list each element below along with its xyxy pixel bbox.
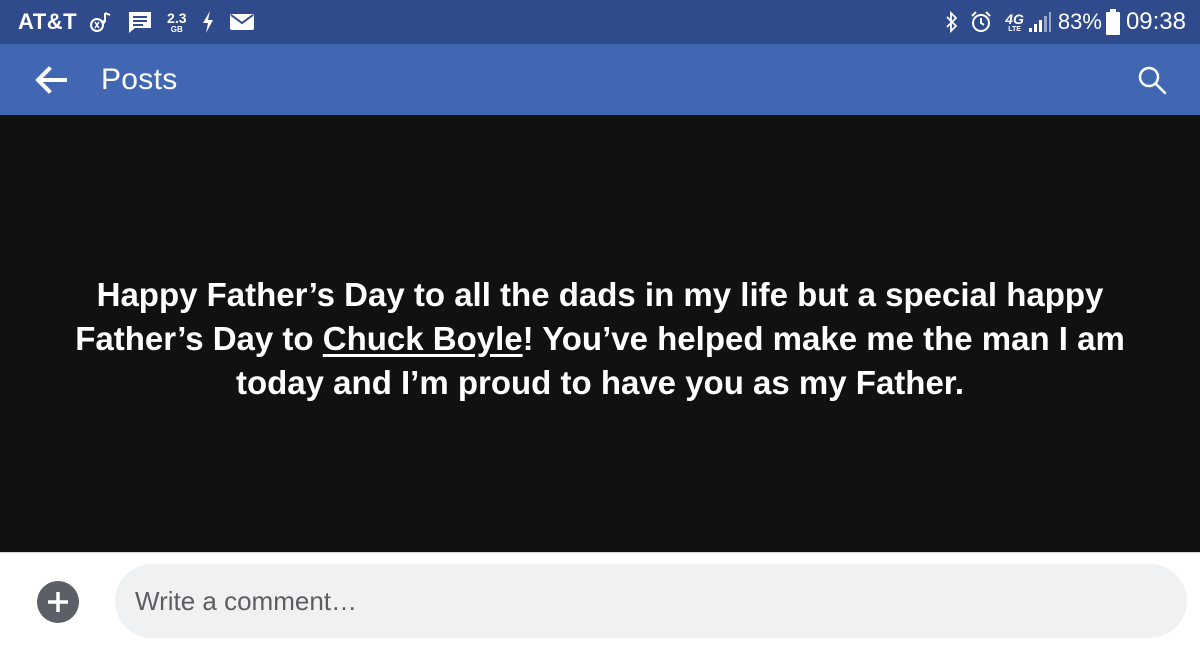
post-card: Happy Father’s Day to all the dads in my… — [0, 115, 1200, 552]
comment-bar — [0, 552, 1200, 647]
battery-icon — [1105, 9, 1120, 35]
charging-icon — [201, 10, 215, 34]
arrow-left-icon — [35, 65, 67, 94]
mention-link[interactable]: Chuck Boyle — [323, 320, 523, 357]
bluetooth-icon — [945, 10, 959, 34]
data-usage-value: 2.3 — [167, 9, 187, 26]
music-bluetooth-icon — [89, 10, 113, 34]
page-title: Posts — [101, 62, 178, 96]
signal-icon — [1028, 11, 1052, 33]
carrier-label: AT&T — [18, 9, 78, 34]
network-4g-lte-icon: 4G LTE — [1005, 12, 1024, 33]
search-icon — [1138, 66, 1167, 94]
plus-circle-icon — [48, 592, 68, 612]
mail-icon — [229, 12, 255, 32]
add-attachment-button[interactable] — [37, 581, 79, 623]
app-bar: Posts — [0, 44, 1200, 115]
post-text: Happy Father’s Day to all the dads in my… — [50, 273, 1150, 405]
clock: 09:38 — [1125, 8, 1186, 35]
data-usage-icon: 2.3 GB — [167, 11, 186, 34]
status-bar-left: AT&T 2.3 GB — [18, 9, 269, 35]
back-button[interactable] — [26, 55, 76, 105]
search-button[interactable] — [1128, 56, 1176, 104]
battery-percent: 83% — [1057, 9, 1102, 34]
network-type-label: 4G — [1005, 10, 1024, 27]
message-icon — [127, 10, 153, 34]
status-bar-right: 4G LTE 83% 09:38 — [945, 8, 1186, 36]
alarm-icon — [969, 10, 993, 34]
comment-input[interactable] — [115, 564, 1187, 638]
network-sub-label: LTE — [1008, 25, 1021, 33]
status-bar: AT&T 2.3 GB 4G LTE 83% 09:38 — [0, 0, 1200, 44]
data-usage-unit: GB — [170, 24, 183, 34]
